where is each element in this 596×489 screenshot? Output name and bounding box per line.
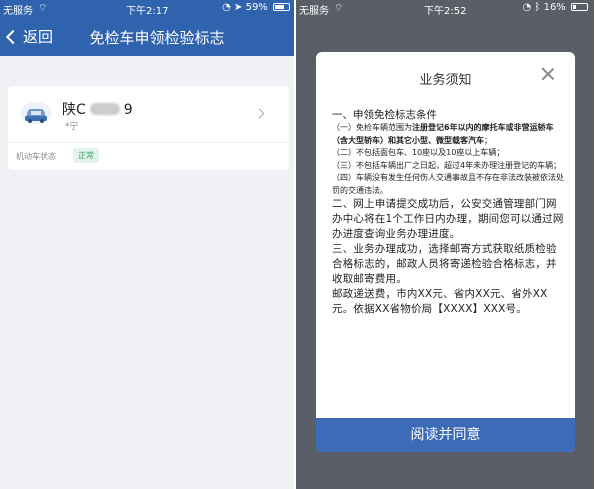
wifi-icon: ⌔: [334, 3, 344, 14]
plate-number: 陕C 9: [62, 99, 133, 119]
condition-item-1-text: （一）免检车辆范围为: [332, 123, 412, 132]
battery-icon: [273, 3, 290, 11]
car-icon: [20, 102, 52, 124]
postage-fee-text: 邮政递送费，市内XX元、省内XX元、省外XX元。依据XX省物价局【XXXX】XX…: [332, 288, 548, 315]
status-bar: 无服务 ⌔ 下午2:17 ◔ ➤ 59%: [0, 0, 294, 17]
condition-item-3: （三）不包括车辆出厂之日起，超过4年未办理注册登记的车辆；: [332, 160, 562, 170]
status-right: ◔ ᛒ 16%: [522, 2, 588, 13]
close-icon[interactable]: [541, 67, 555, 81]
status-right: ◔ ➤ 59%: [222, 2, 290, 13]
location-icon: ➤: [234, 2, 243, 13]
carrier-label: 无服务: [299, 6, 329, 17]
read-and-agree-button[interactable]: 阅读并同意: [316, 418, 575, 452]
condition-item-1-end: ；: [484, 135, 492, 145]
page-title: 免检车申领检验标志: [89, 29, 225, 47]
status-bar: 无服务 ⌔ 下午2:52 ◔ ᛒ 16%: [296, 0, 594, 17]
section-2-text: 二、网上申请提交成功后，公安交通管理部门网办中心将在1个工作日内办理，期间您可以…: [332, 198, 564, 240]
vehicle-list-screen: 无服务 ⌔ 下午2:17 ◔ ➤ 59% 返回 免检车申领检验标志 陕C 9 *宁: [0, 0, 294, 489]
carrier-label: 无服务: [3, 6, 33, 17]
lock-rotation-icon: ◔: [222, 2, 231, 13]
notice-dialog: 业务须知 一、申领免检标志条件 （一）免检车辆范围为注册登记6年以内的摩托车或非…: [316, 52, 575, 452]
section-3-text: 三、业务办理成功，选择邮寄方式获取纸质检验合格标志的，邮政人员将寄递检验合格标志…: [332, 243, 557, 285]
section-1-heading: 一、申领免检标志条件: [332, 109, 437, 121]
divider: [8, 142, 289, 143]
condition-item-2: （二）不包括面包车、10座以及10座以上车辆；: [332, 148, 505, 157]
wifi-icon: ⌔: [38, 3, 48, 14]
notice-screen: 无服务 ⌔ 下午2:52 ◔ ᛒ 16% 业务须知 一、申领免检标志条件 （一）…: [296, 0, 594, 489]
vehicle-card[interactable]: 陕C 9 *宁 机动车状态 正常: [8, 86, 289, 170]
bluetooth-icon: ᛒ: [534, 2, 541, 13]
status-time: 下午2:52: [424, 6, 467, 17]
status-badge: 正常: [73, 148, 99, 163]
plate-mask: [89, 103, 120, 115]
plate-prefix: 陕C: [62, 102, 86, 118]
dialog-body: 一、申领免检标志条件 （一）免检车辆范围为注册登记6年以内的摩托车或非营运轿车（…: [332, 108, 564, 317]
condition-item-4: （四）车辆没有发生任何伤人交通事故且不存在非法改装被依法处罚的交通违法。: [332, 173, 564, 195]
condition-item-1: （一）免检车辆范围为注册登记6年以内的摩托车或非营运轿车（含大型轿车）和其它小型…: [332, 122, 564, 147]
vehicle-status-label: 机动车状态: [16, 152, 56, 161]
chevron-right-icon: [254, 108, 265, 119]
battery-percent: 16%: [543, 2, 566, 13]
plate-suffix: 9: [123, 102, 133, 118]
battery-icon: [571, 3, 588, 11]
lock-rotation-icon: ◔: [522, 2, 532, 13]
nav-bar: 返回 免检车申领检验标志: [0, 17, 294, 56]
dialog-title: 业务须知: [419, 73, 472, 88]
status-time: 下午2:17: [126, 6, 169, 17]
owner-name: *宁: [65, 122, 79, 132]
battery-percent: 59%: [245, 2, 268, 13]
